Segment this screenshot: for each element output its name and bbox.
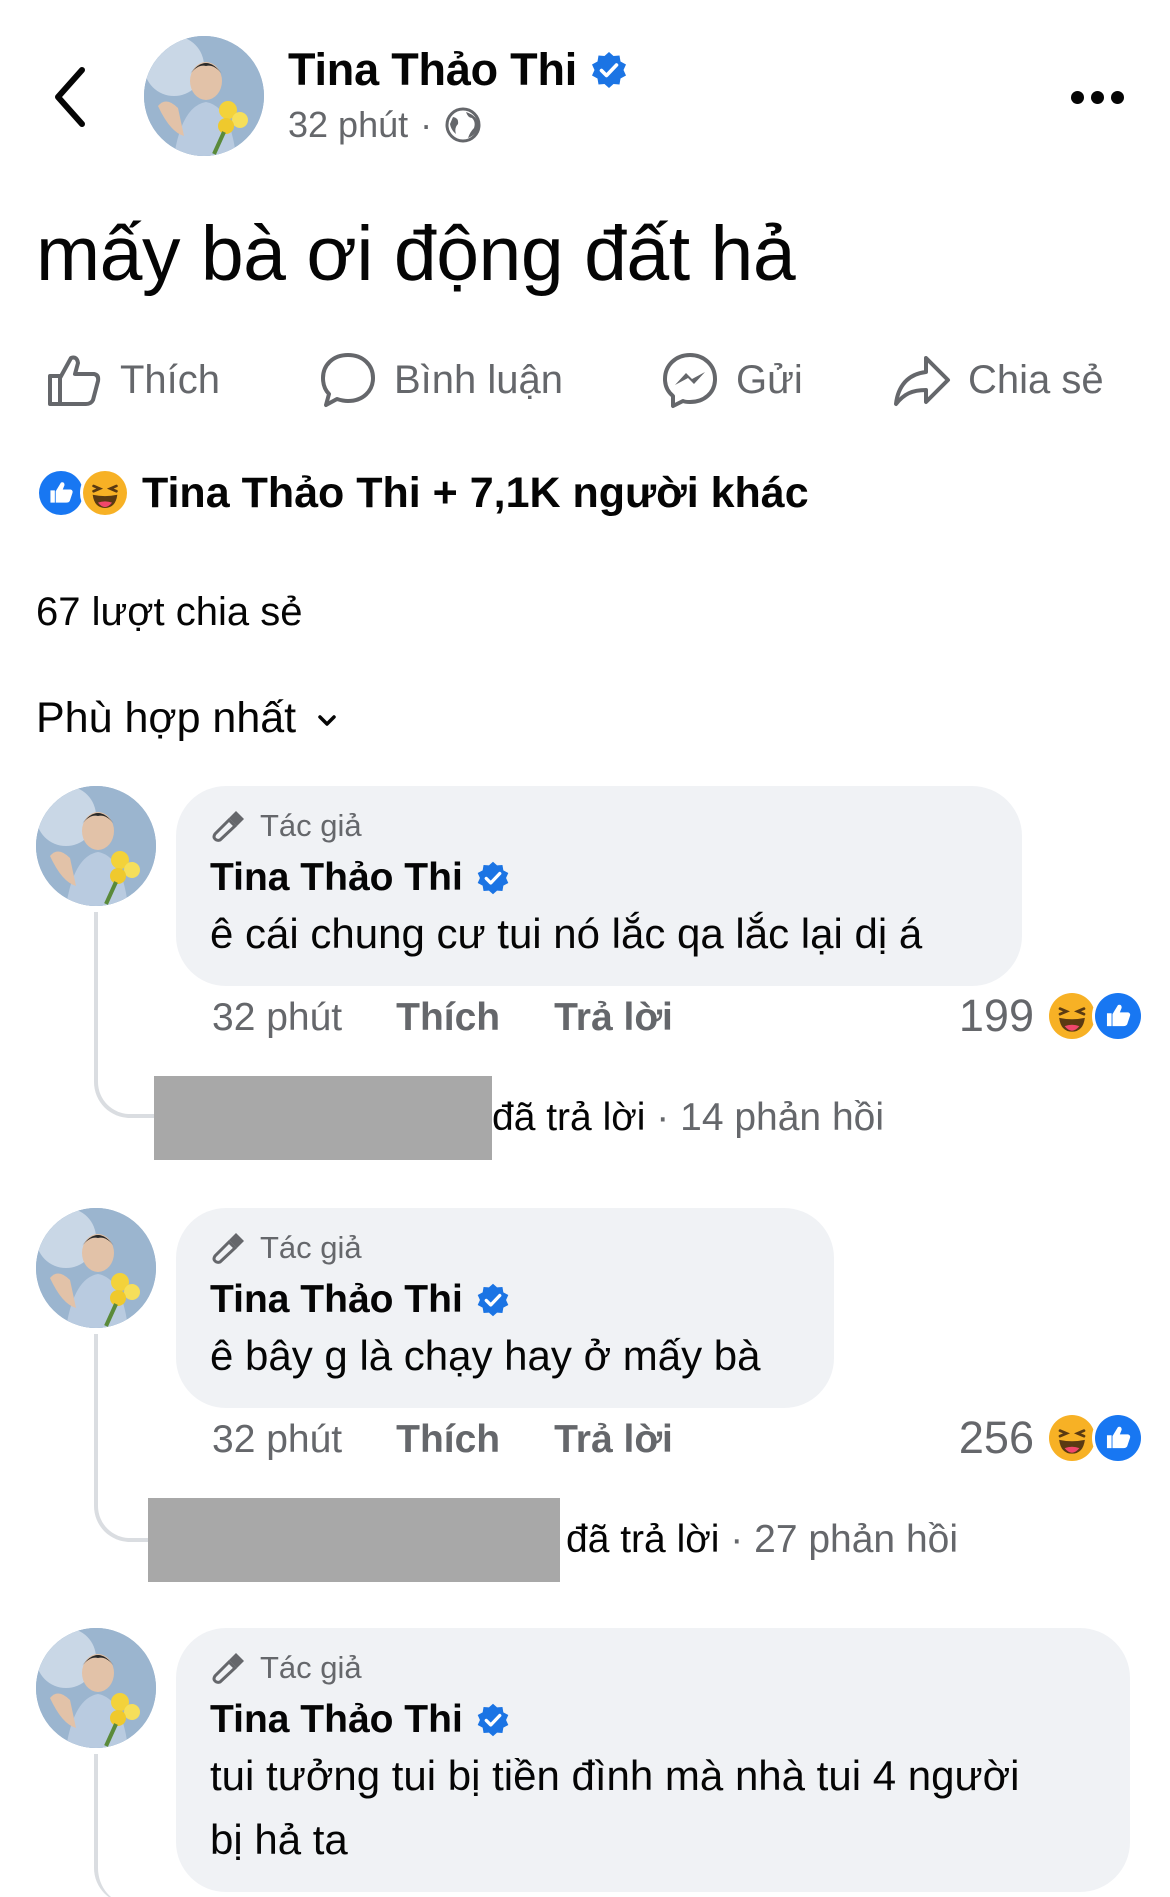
reactions-text: Tina Thảo Thi + 7,1K người khác: [142, 468, 809, 517]
comment-icon: [321, 353, 375, 407]
verified-badge-icon: [589, 50, 629, 90]
microphone-icon: [212, 1233, 244, 1264]
comment-text: ê bây g là chạy hay ở mấy bà: [210, 1332, 761, 1379]
messenger-icon: [663, 353, 717, 408]
chevron-down-icon: [318, 714, 336, 726]
share-label: Chia sẻ: [968, 357, 1104, 402]
comment-label: Bình luận: [394, 357, 564, 402]
comment-like-button[interactable]: Thích: [396, 1418, 500, 1462]
comment-button[interactable]: Bình luận: [318, 340, 563, 420]
replied-label: đã trả lời: [566, 1518, 720, 1561]
replies-count: 27 phản hồi: [754, 1518, 958, 1561]
thread-connector: [94, 912, 158, 1118]
comment-meta: 32 phút Thích Trả lời: [212, 1418, 727, 1462]
reaction-count: 199: [958, 990, 1034, 1041]
thread-connector: [94, 1754, 158, 1897]
replied-label: đã trả lời: [492, 1096, 646, 1139]
thread-connector: [94, 1334, 152, 1542]
author-badge-label: Tác giả: [260, 808, 362, 843]
more-dot-icon: [1110, 90, 1124, 104]
author-avatar[interactable]: [144, 36, 264, 156]
thumbs-up-icon: [48, 355, 101, 406]
replies-count: 14 phản hồi: [680, 1096, 884, 1139]
more-dot-icon: [1070, 90, 1084, 104]
comment-text: ê cái chung cư tui nó lắc qa lắc lại dị …: [210, 910, 923, 957]
view-replies-link[interactable]: đã trả lời · 14 phản hồi: [154, 1076, 884, 1160]
like-label: Thích: [120, 357, 221, 402]
replies-separator: ·: [719, 1518, 755, 1561]
redacted-name: [154, 1076, 492, 1160]
post-time[interactable]: 32 phút: [288, 104, 408, 146]
comment-reactions[interactable]: 256: [959, 1412, 1144, 1464]
verified-badge-icon: [475, 860, 511, 896]
haha-reaction-icon: [1046, 990, 1098, 1042]
haha-reaction-icon: [1046, 1412, 1098, 1464]
author-badge: Tác giả: [210, 1226, 800, 1270]
reactions-summary[interactable]: Tina Thảo Thi + 7,1K người khác: [36, 468, 809, 518]
post-action-bar: Thích Bình luận Gửi Chia sẻ: [0, 340, 1170, 420]
comment-bubble[interactable]: Tác giả Tina Thảo Thi tui tưởng tui bị t…: [176, 1628, 1130, 1892]
share-button[interactable]: Chia sẻ: [892, 340, 1104, 420]
comment-time: 32 phút: [212, 996, 343, 1039]
comment-like-button[interactable]: Thích: [396, 996, 500, 1040]
sort-dropdown[interactable]: Phù hợp nhất: [36, 694, 340, 743]
comment-avatar[interactable]: [36, 786, 156, 906]
author-badge-label: Tác giả: [260, 1650, 362, 1685]
comment-reply-button[interactable]: Trả lời: [554, 996, 673, 1040]
more-dot-icon: [1090, 90, 1104, 104]
send-label: Gửi: [736, 357, 803, 402]
sort-label: Phù hợp nhất: [36, 694, 297, 742]
comment-text-line: bị hả ta: [210, 1816, 348, 1863]
comment-meta: 32 phút Thích Trả lời: [212, 996, 727, 1040]
redacted-name: [148, 1498, 560, 1582]
commenter-name[interactable]: Tina Thảo Thi: [210, 856, 463, 900]
verified-badge-icon: [475, 1702, 511, 1738]
comment-reactions[interactable]: 199: [959, 990, 1144, 1042]
comment-avatar[interactable]: [36, 1208, 156, 1328]
send-button[interactable]: Gửi: [660, 340, 803, 420]
back-button[interactable]: [46, 62, 94, 132]
share-count[interactable]: 67 lượt chia sẻ: [36, 590, 302, 635]
meta-separator: ·: [420, 104, 433, 145]
microphone-icon: [212, 1653, 244, 1684]
like-button[interactable]: Thích: [44, 340, 220, 420]
commenter-name[interactable]: Tina Thảo Thi: [210, 1698, 463, 1742]
more-options-button[interactable]: [1064, 72, 1130, 122]
verified-badge-icon: [475, 1282, 511, 1318]
like-reaction-icon: [1092, 990, 1144, 1042]
view-replies-link[interactable]: đã trả lời · 27 phản hồi: [148, 1498, 958, 1582]
microphone-icon: [212, 811, 244, 842]
comment-avatar[interactable]: [36, 1628, 156, 1748]
comment-bubble[interactable]: Tác giả Tina Thảo Thi ê bây g là chạy ha…: [176, 1208, 834, 1408]
author-badge: Tác giả: [210, 804, 988, 848]
author-badge-label: Tác giả: [260, 1230, 362, 1265]
comment-bubble[interactable]: Tác giả Tina Thảo Thi ê cái chung cư tui…: [176, 786, 1022, 986]
comment-reply-button[interactable]: Trả lời: [554, 1418, 673, 1462]
share-icon: [894, 356, 950, 406]
haha-reaction-icon: [80, 468, 130, 518]
comment-text-line: tui tưởng tui bị tiền đình mà nhà tui 4 …: [210, 1752, 1020, 1799]
post-text: mấy bà ơi động đất hả: [36, 211, 796, 297]
chevron-left-icon: [55, 67, 85, 127]
like-reaction-icon: [36, 468, 86, 518]
author-name[interactable]: Tina Thảo Thi: [288, 44, 577, 96]
globe-icon[interactable]: [444, 106, 482, 144]
commenter-name[interactable]: Tina Thảo Thi: [210, 1278, 463, 1322]
like-reaction-icon: [1092, 1412, 1144, 1464]
reaction-count: 256: [958, 1412, 1034, 1463]
comment-time: 32 phút: [212, 1418, 343, 1461]
replies-separator: ·: [645, 1096, 681, 1139]
author-badge: Tác giả: [210, 1646, 1096, 1690]
